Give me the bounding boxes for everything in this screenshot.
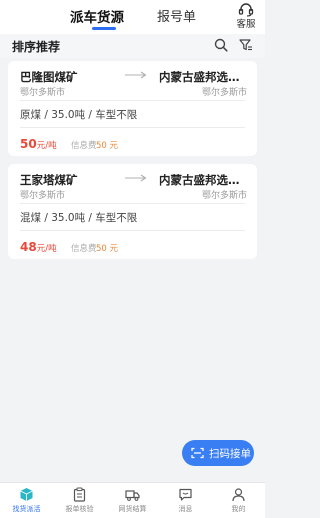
freight-price-unit: 元/吨	[36, 141, 57, 151]
bottom-navigation: 找货派活 报单核验 网货结算 消息 我的	[0, 482, 265, 518]
card-divider	[20, 127, 245, 128]
scan-icon	[191, 447, 204, 459]
freight-price-unit: 元/吨	[36, 244, 57, 254]
nav-item-settlement[interactable]: 网货结算	[106, 487, 159, 514]
cargo-spec: 混煤 / 35.0吨 / 车型不限	[20, 212, 138, 224]
nav-label: 我的	[231, 505, 246, 513]
freight-price-value: 50	[20, 137, 37, 151]
card-divider	[20, 230, 245, 231]
nav-item-find-cargo[interactable]: 找货派活	[0, 487, 53, 514]
nav-item-report-verify[interactable]: 报单核验	[53, 487, 106, 514]
filter-icon[interactable]	[239, 38, 253, 52]
info-fee-value: 50 元	[96, 141, 119, 151]
info-fee-value: 50 元	[96, 244, 119, 254]
message-icon	[179, 488, 192, 501]
origin-name: 王家塔煤矿	[20, 173, 78, 187]
sort-title[interactable]: 排序推荐	[12, 38, 60, 55]
truck-icon	[125, 490, 140, 501]
destination-name: 内蒙古盛邦选煤有限公司	[159, 173, 247, 187]
tab-report-sheet[interactable]: 报号单	[157, 6, 196, 25]
search-icon[interactable]	[214, 38, 228, 52]
info-fee-label: 信息费	[71, 244, 97, 254]
destination-name: 内蒙古盛邦选煤有限公司	[159, 70, 247, 84]
scan-order-button[interactable]: 扫码接单	[182, 440, 254, 466]
destination-city: 鄂尔多斯市	[201, 88, 247, 98]
nav-item-mine[interactable]: 我的	[212, 487, 265, 514]
origin-city: 鄂尔多斯市	[20, 88, 66, 98]
sort-bar: 排序推荐	[0, 34, 265, 58]
tab-report-sheet-label: 报号单	[157, 10, 197, 25]
clipboard-icon	[73, 487, 86, 502]
cube-icon	[20, 488, 33, 501]
destination-city: 鄂尔多斯市	[201, 191, 247, 201]
nav-label: 消息	[178, 505, 193, 513]
nav-label: 报单核验	[65, 505, 94, 513]
card-divider	[20, 203, 245, 204]
active-tab-indicator	[92, 27, 116, 30]
cargo-spec: 原煤 / 35.0吨 / 车型不限	[20, 109, 138, 121]
top-header: 派车货源 报号单 客服	[0, 0, 265, 34]
scan-order-label: 扫码接单	[209, 448, 251, 460]
card-divider	[20, 100, 245, 101]
cargo-card[interactable]: 巴隆图煤矿 鄂尔多斯市 内蒙古盛邦选煤有限公司 鄂尔多斯市 原煤 / 35.0吨…	[8, 61, 257, 156]
freight-price-value: 48	[20, 240, 37, 254]
customer-service-button[interactable]: 客服	[233, 2, 259, 30]
origin-name: 巴隆图煤矿	[20, 70, 78, 84]
nav-label: 网货结算	[118, 505, 147, 513]
customer-service-label: 客服	[236, 19, 256, 30]
route-arrow-icon	[125, 71, 147, 79]
freight-price: 50元/吨	[20, 137, 57, 151]
origin-city: 鄂尔多斯市	[20, 191, 66, 201]
headset-icon	[238, 3, 254, 17]
info-fee-label: 信息费	[71, 141, 97, 151]
user-icon	[232, 488, 245, 502]
tab-dispatch-cargo[interactable]: 派车货源	[70, 6, 124, 26]
route-arrow-icon	[125, 174, 147, 182]
nav-item-messages[interactable]: 消息	[159, 487, 212, 514]
nav-label: 找货派活	[12, 505, 41, 513]
cargo-card[interactable]: 王家塔煤矿 鄂尔多斯市 内蒙古盛邦选煤有限公司 鄂尔多斯市 混煤 / 35.0吨…	[8, 164, 257, 259]
freight-price: 48元/吨	[20, 240, 57, 254]
tab-dispatch-cargo-label: 派车货源	[70, 10, 124, 26]
